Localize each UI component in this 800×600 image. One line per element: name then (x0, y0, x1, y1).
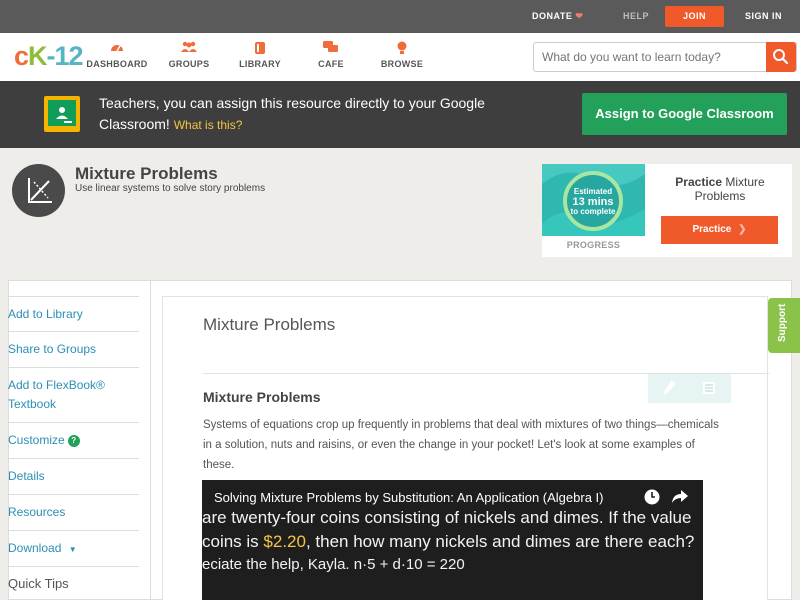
sidebar-item-add-to-flexbook[interactable]: Add to FlexBook® Textbook (8, 368, 139, 423)
sidebar-item-share-to-groups[interactable]: Share to Groups (8, 332, 139, 368)
sidebar-divider (150, 280, 151, 600)
nav-groups[interactable]: GROUPS (154, 41, 224, 69)
utility-bar: DONATE ❤ HELP JOIN SIGN IN (0, 0, 800, 33)
main-nav: cK-12 DASHBOARD GROUPS LIBRARY CAFE BROW… (0, 33, 800, 81)
share-icon[interactable] (671, 489, 689, 510)
donate-label: DONATE (532, 11, 573, 21)
browse-icon (367, 41, 437, 57)
video-frame-line-1: are twenty-four coins consisting of nick… (202, 508, 692, 527)
nav-library[interactable]: LIBRARY (225, 41, 295, 69)
progress-label: PROGRESS (566, 240, 621, 250)
nav-dashboard[interactable]: DASHBOARD (82, 41, 152, 69)
what-is-this-link[interactable]: What is this? (174, 118, 243, 132)
nav-dashboard-label: DASHBOARD (86, 59, 148, 69)
help-icon[interactable]: ? (67, 435, 80, 447)
search-button[interactable] (766, 42, 796, 72)
to-complete-label: to complete (570, 207, 616, 216)
logo-12: -12 (46, 41, 84, 71)
ck12-logo[interactable]: cK-12 (14, 41, 84, 72)
video-line2-b: $2.20 (263, 532, 306, 551)
video-title[interactable]: Solving Mixture Problems by Substitution… (214, 490, 603, 505)
sidebar-item-add-to-library[interactable]: Add to Library (8, 296, 139, 332)
article-tools (648, 374, 731, 403)
sidebar-quick-tips[interactable]: Quick Tips (8, 567, 139, 600)
nav-cafe[interactable]: CAFE (296, 41, 366, 69)
support-label: Support (777, 303, 788, 342)
search-icon (773, 49, 789, 65)
sidebar-item-download[interactable]: Download ▼ (8, 531, 139, 567)
library-icon (225, 41, 295, 57)
banner-message: Teachers, you can assign this resource d… (99, 95, 485, 132)
sidebar-item-details[interactable]: Details (8, 459, 139, 495)
customize-label: Customize (8, 433, 65, 447)
google-classroom-logo-icon (44, 96, 80, 132)
video-player[interactable]: Solving Mixture Problems by Substitution… (202, 480, 703, 600)
help-link[interactable]: HELP (623, 0, 649, 33)
concept-sidebar: Add to Library Share to Groups Add to Fl… (8, 296, 139, 600)
practice-button-label: Practice (692, 224, 732, 235)
google-classroom-banner: Teachers, you can assign this resource d… (0, 81, 800, 148)
video-frame-line-2: coins is $2.20, then how many nickels an… (202, 532, 694, 552)
graph-concept-icon (12, 164, 65, 217)
practice-title: Practice Mixture Problems (660, 175, 780, 203)
join-button[interactable]: JOIN (665, 6, 724, 27)
dashboard-icon (82, 41, 152, 57)
estimated-minutes: 13 mins (572, 196, 614, 208)
assign-google-classroom-button[interactable]: Assign to Google Classroom (582, 93, 787, 135)
nav-library-label: LIBRARY (239, 59, 281, 69)
video-line2-a: coins is (202, 532, 264, 551)
logo-k: K (28, 41, 47, 71)
video-line2-c: , then how many nickels and dimes are th… (305, 532, 695, 551)
cafe-icon (296, 41, 366, 57)
logo-c: c (14, 41, 29, 71)
pencil-icon[interactable] (663, 380, 677, 401)
concept-title: Mixture Problems (75, 164, 218, 183)
progress-ring: Estimated 13 mins to complete (563, 171, 623, 231)
concept-subtitle: Use linear systems to solve story proble… (75, 183, 266, 194)
practice-button[interactable]: Practice ❯ (661, 216, 778, 244)
sign-in-link[interactable]: SIGN IN (745, 0, 782, 33)
notes-icon[interactable] (702, 381, 716, 400)
video-frame-line-3: eciate the help, Kayla. n·5 + d·10 = 220 (202, 556, 465, 573)
caret-down-icon: ▼ (68, 545, 77, 554)
support-tab[interactable]: Support (768, 298, 800, 353)
donate-link[interactable]: DONATE ❤ (532, 0, 583, 33)
practice-card: Estimated 13 mins to complete PROGRESS P… (542, 164, 792, 257)
sidebar-item-resources[interactable]: Resources (8, 495, 139, 531)
sidebar-item-customize[interactable]: Customize? (8, 423, 139, 459)
search-box (533, 42, 797, 72)
nav-groups-label: GROUPS (168, 59, 210, 69)
groups-icon (154, 41, 224, 57)
chevron-right-icon: ❯ (738, 224, 747, 235)
article-body: Systems of equations crop up frequently … (203, 419, 719, 471)
nav-browse[interactable]: BROWSE (367, 41, 437, 69)
article-heading: Mixture Problems (203, 389, 321, 405)
banner-text: Teachers, you can assign this resource d… (99, 93, 519, 136)
progress-image: Estimated 13 mins to complete (542, 164, 645, 236)
nav-cafe-label: CAFE (318, 59, 344, 69)
search-input[interactable] (534, 43, 766, 71)
download-label: Download (8, 541, 62, 555)
heart-icon: ❤ (575, 11, 584, 21)
article-title: Mixture Problems (203, 315, 336, 334)
practice-title-bold: Practice (675, 175, 722, 189)
nav-browse-label: BROWSE (380, 59, 424, 69)
